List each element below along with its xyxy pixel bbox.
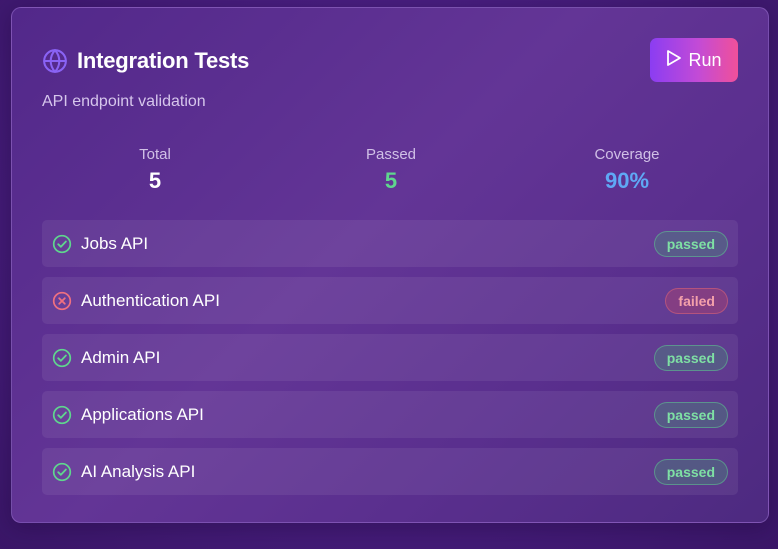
status-badge: passed <box>653 231 728 257</box>
test-row-jobs-api[interactable]: Jobs API passed <box>42 220 738 267</box>
stat-coverage: Coverage 90% <box>557 146 697 194</box>
test-name: Applications API <box>81 405 204 424</box>
test-row-admin-api[interactable]: Admin API passed <box>42 334 738 381</box>
check-circle-icon <box>52 405 72 425</box>
card-header: Integration Tests Run <box>42 38 738 82</box>
check-circle-icon <box>52 348 72 368</box>
card-subtitle: API endpoint validation <box>42 93 206 110</box>
card-title: Integration Tests <box>77 48 250 73</box>
check-circle-icon <box>52 462 72 482</box>
stat-passed-value: 5 <box>384 168 398 193</box>
run-button[interactable]: Run <box>650 38 738 82</box>
status-badge: passed <box>653 459 728 485</box>
test-name: Jobs API <box>81 234 149 253</box>
test-row-authentication-api[interactable]: Authentication API failed <box>42 277 738 324</box>
status-badge: passed <box>653 345 728 371</box>
test-name: Authentication API <box>81 291 220 310</box>
status-badge: passed <box>653 402 728 428</box>
run-button-label: Run <box>688 49 722 70</box>
test-suite-card: Integration Tests Run API endpoint valid… <box>11 7 769 523</box>
stat-coverage-value: 90% <box>604 168 650 193</box>
stats-row: Total 5 Passed 5 Coverage 90% <box>42 146 738 198</box>
test-row-applications-api[interactable]: Applications API passed <box>42 391 738 438</box>
test-list: Jobs API passed Authentication API faile… <box>42 220 738 505</box>
test-row-ai-analysis-api[interactable]: AI Analysis API passed <box>42 448 738 495</box>
stat-passed: Passed 5 <box>321 146 461 194</box>
stat-total: Total 5 <box>85 146 225 194</box>
test-name: Admin API <box>81 348 161 367</box>
test-name: AI Analysis API <box>81 462 196 481</box>
play-icon <box>666 49 682 72</box>
globe-icon <box>42 48 68 74</box>
x-circle-icon <box>52 291 72 311</box>
status-badge: failed <box>665 288 728 314</box>
check-circle-icon <box>52 234 72 254</box>
title-group: Integration Tests <box>42 48 249 74</box>
stat-total-value: 5 <box>148 168 162 193</box>
stat-coverage-label: Coverage <box>594 146 660 163</box>
stat-passed-label: Passed <box>365 146 417 163</box>
stat-total-label: Total <box>139 146 171 163</box>
